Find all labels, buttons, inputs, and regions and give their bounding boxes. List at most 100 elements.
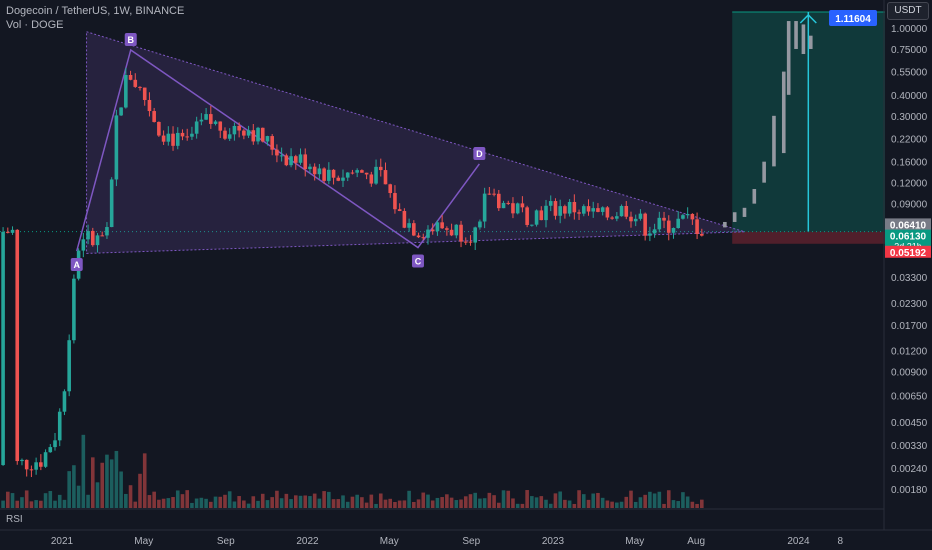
candle [473, 227, 477, 243]
projection-candle [781, 71, 786, 154]
volume-bar [265, 500, 270, 508]
volume-bar [161, 498, 166, 508]
volume-bar [237, 496, 241, 508]
volume-bar [232, 501, 237, 508]
candle [383, 170, 388, 185]
candle [72, 278, 76, 341]
time-axis-label: 2023 [542, 536, 565, 547]
candle [331, 169, 336, 178]
candle [6, 231, 10, 233]
candle [671, 228, 676, 233]
volume-bar [671, 500, 676, 508]
currency-button[interactable]: USDT [887, 2, 929, 20]
volume-bar [643, 494, 647, 508]
volume-bar [270, 497, 274, 508]
candle [24, 459, 29, 470]
volume-bar [124, 493, 128, 508]
volume-bar [138, 473, 142, 508]
candle [218, 121, 223, 131]
volume-bar [402, 500, 407, 508]
volume-bar [515, 503, 520, 508]
candle [435, 222, 440, 232]
volume-bar [440, 497, 444, 508]
volume-bar [459, 499, 463, 508]
candle [445, 228, 449, 230]
time-axis-label: 8 [837, 536, 843, 547]
volume-bar [114, 450, 119, 508]
candle [251, 130, 256, 142]
candle [530, 224, 534, 226]
candle [199, 119, 204, 122]
volume-bar [572, 503, 577, 508]
volume-bar [657, 491, 662, 508]
projection-candle [786, 21, 791, 95]
price-tick-label: 0.00450 [891, 418, 928, 429]
volume-bar [317, 498, 322, 508]
volume-bar [676, 501, 681, 508]
projection-candle [801, 24, 806, 55]
candle [275, 149, 279, 156]
volume-bar [520, 503, 525, 508]
candle [539, 210, 544, 221]
candle [232, 125, 237, 135]
candle [511, 203, 515, 214]
volume-bar [242, 500, 246, 508]
volume-bar [615, 502, 619, 508]
volume-bar [426, 494, 430, 508]
volume-bar [76, 485, 81, 508]
volume-bar [34, 500, 38, 508]
volume-bar [157, 499, 161, 508]
volume-bar [695, 503, 699, 508]
candle [681, 215, 685, 219]
volume-bar [648, 491, 652, 508]
projection-candle [772, 115, 776, 167]
candle [109, 179, 114, 228]
volume-bar [487, 492, 492, 508]
volume-bar [298, 495, 303, 508]
volume-bar [24, 490, 29, 508]
candle [142, 87, 147, 100]
candle [166, 133, 171, 142]
volume-bar [563, 499, 567, 508]
candle [237, 125, 241, 131]
price-tick-label: 0.12000 [891, 179, 928, 190]
volume-bar [152, 491, 156, 508]
candle [525, 207, 529, 225]
candle [336, 177, 341, 181]
volume-bar [29, 501, 34, 508]
volume-bar [1, 500, 5, 508]
candle [341, 177, 345, 181]
volume-bar [383, 499, 388, 508]
volume-bar [492, 495, 496, 508]
candle [369, 174, 374, 184]
candle [430, 229, 435, 232]
candle [397, 209, 402, 212]
candle [100, 235, 105, 237]
price-tick-label: 0.01700 [891, 321, 928, 332]
candle [591, 208, 596, 212]
volume-bar [81, 434, 86, 508]
volume-bar [393, 501, 397, 508]
volume-bar [109, 459, 114, 508]
volume-bar [293, 495, 298, 508]
price-tick-label: 0.75000 [891, 45, 928, 56]
volume-bar [482, 498, 487, 508]
symbol-title: Dogecoin / TetherUS, 1W, BINANCE [6, 5, 185, 17]
pattern-point-label: B [127, 35, 134, 45]
time-axis-label: Sep [462, 536, 480, 547]
volume-bar [435, 497, 440, 508]
candle [643, 213, 647, 236]
price-tick-label: 0.30000 [891, 112, 928, 123]
volume-legend: Vol · DOGE [6, 19, 64, 31]
price-tick-label: 0.01200 [891, 347, 928, 358]
candle [86, 230, 90, 240]
volume-bar [539, 496, 544, 508]
candle [90, 230, 95, 246]
candle [298, 154, 303, 163]
price-chart[interactable]: A B C D 1.00000 0.75000 0.55000 0.40000 0.30000 0… [0, 0, 932, 550]
candle [246, 130, 251, 136]
volume-bar [15, 500, 20, 508]
candle [695, 219, 699, 235]
candle [666, 220, 671, 233]
candle [624, 205, 629, 217]
